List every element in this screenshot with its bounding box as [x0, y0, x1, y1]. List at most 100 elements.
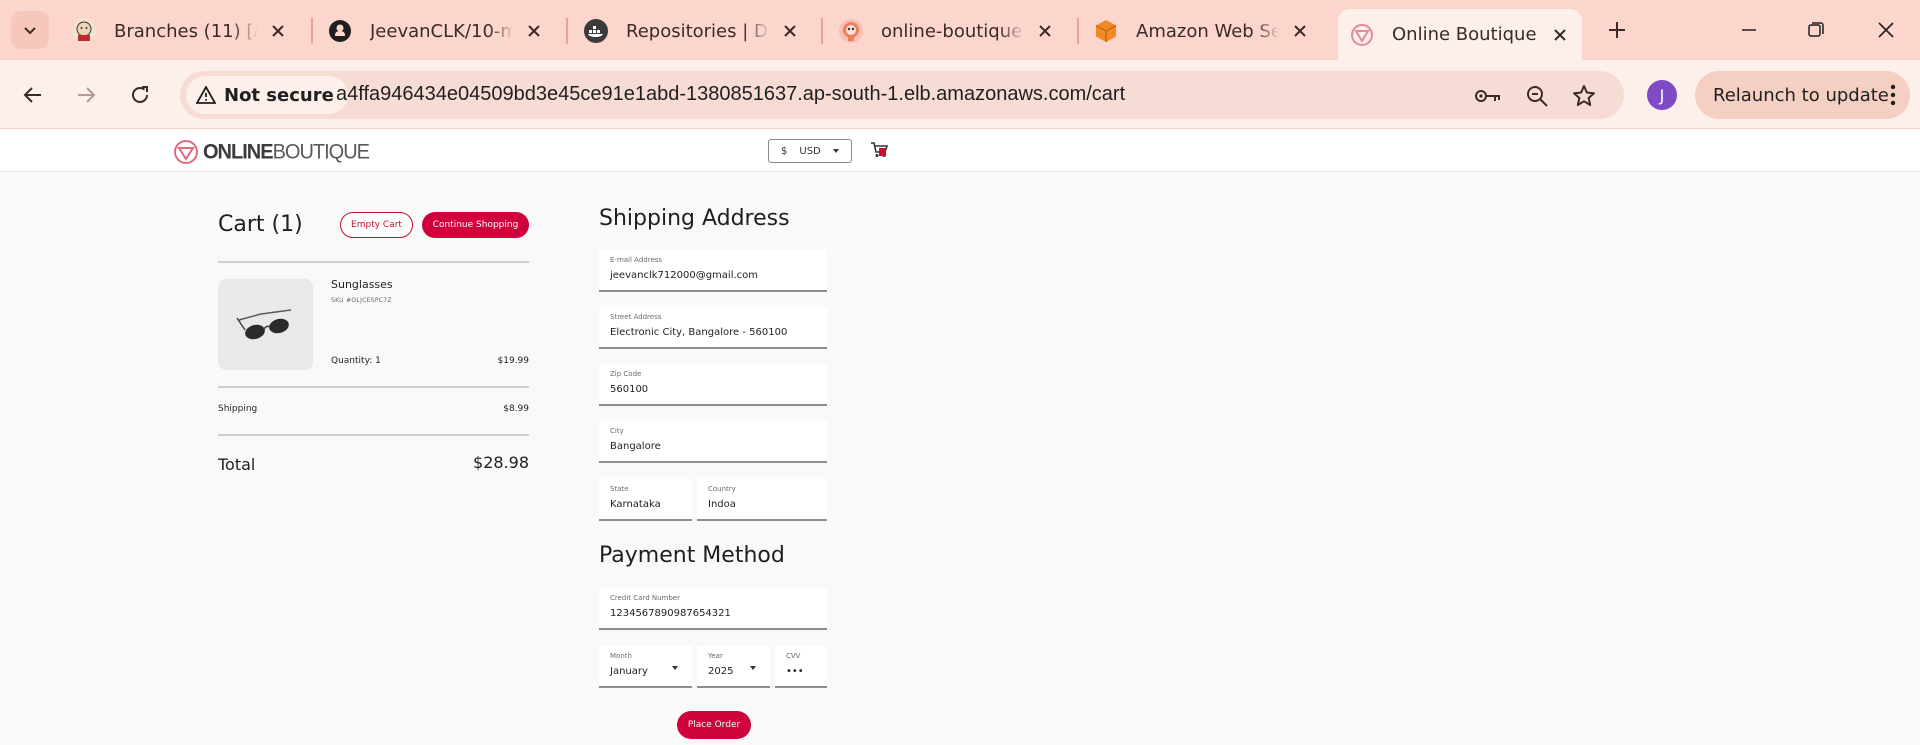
- year-label: Year: [708, 652, 723, 660]
- email-field[interactable]: E-mail Address jeevanclk712000@gmail.com: [599, 250, 827, 292]
- country-label: Country: [708, 485, 736, 493]
- tab-github[interactable]: JeevanCLK/10-micr: [316, 9, 556, 53]
- chevron-down-icon: [672, 666, 678, 670]
- close-icon[interactable]: [524, 21, 544, 41]
- cart-icon[interactable]: [870, 142, 888, 158]
- product-image-sunglasses[interactable]: [218, 279, 313, 370]
- credit-card-field[interactable]: Credit Card Number 1234567890987654321: [599, 588, 827, 630]
- year-value: 2025: [708, 666, 734, 677]
- year-select[interactable]: Year 2025: [697, 646, 770, 688]
- email-value: jeevanclk712000@gmail.com: [610, 270, 759, 281]
- city-value: Bangalore: [610, 441, 661, 452]
- back-button[interactable]: [15, 77, 51, 113]
- close-icon[interactable]: [1035, 21, 1055, 41]
- close-icon[interactable]: [268, 21, 288, 41]
- chevron-down-icon: [24, 27, 36, 35]
- empty-cart-button[interactable]: Empty Cart: [340, 212, 413, 238]
- logo-text: ONLINEBOUTIQUE: [203, 139, 370, 164]
- shipping-label: Shipping: [218, 404, 258, 414]
- email-label: E-mail Address: [610, 256, 663, 264]
- minimize-icon: [1742, 29, 1756, 31]
- relaunch-button[interactable]: Relaunch to update: [1695, 71, 1910, 119]
- docker-icon: [584, 19, 608, 43]
- star-icon[interactable]: [1571, 83, 1597, 109]
- cvv-field[interactable]: CVV •••: [775, 646, 827, 688]
- tab-title: Online Boutique: [1392, 24, 1537, 45]
- tab-title: Repositories | Dock: [626, 20, 770, 42]
- window-close-button[interactable]: [1866, 10, 1906, 50]
- close-icon[interactable]: [780, 21, 800, 41]
- restore-icon: [1808, 22, 1824, 37]
- new-tab-button[interactable]: [1599, 12, 1635, 48]
- month-select[interactable]: Month January: [599, 646, 692, 688]
- close-icon[interactable]: [1550, 25, 1570, 45]
- tab-aws[interactable]: Amazon Web Servi: [1082, 9, 1322, 53]
- city-label: City: [610, 427, 624, 435]
- online-boutique-logo-icon: [174, 140, 198, 164]
- tab-separator: [311, 18, 313, 44]
- tab-docker[interactable]: Repositories | Dock: [572, 9, 812, 53]
- currency-select[interactable]: $ USD: [768, 139, 852, 163]
- zoom-out-icon[interactable]: [1524, 83, 1550, 109]
- country-field[interactable]: Country Indoa: [697, 479, 827, 521]
- chevron-down-icon: [750, 666, 756, 670]
- online-boutique-icon: [1350, 23, 1374, 47]
- arrow-right-icon: [78, 87, 96, 103]
- reload-icon: [132, 86, 148, 103]
- close-icon[interactable]: [1290, 21, 1310, 41]
- restore-button[interactable]: [1796, 10, 1836, 50]
- shipping-address-title: Shipping Address: [599, 206, 790, 231]
- more-vertical-icon[interactable]: [1890, 84, 1896, 106]
- relaunch-label: Relaunch to update: [1713, 84, 1889, 106]
- cart-title: Cart (1): [218, 212, 303, 237]
- card-label: Credit Card Number: [610, 594, 680, 602]
- tab-title: Amazon Web Servi: [1136, 20, 1280, 42]
- site-logo[interactable]: ONLINEBOUTIQUE: [173, 139, 370, 165]
- product-price: $19.99: [497, 356, 530, 366]
- place-order-button[interactable]: Place Order: [677, 711, 751, 739]
- logo-text-bold: ONLINE: [203, 139, 274, 164]
- tab-search-button[interactable]: [11, 11, 49, 49]
- reload-button[interactable]: [122, 77, 158, 113]
- key-icon[interactable]: [1475, 83, 1501, 109]
- divider: [218, 261, 529, 263]
- state-label: State: [610, 485, 629, 493]
- payment-method-title: Payment Method: [599, 543, 785, 568]
- jenkins-icon: [72, 19, 96, 43]
- cvv-value: •••: [786, 666, 804, 677]
- argocd-icon: [839, 19, 863, 43]
- site-info-chip[interactable]: Not secure: [186, 76, 348, 114]
- tab-online-boutique[interactable]: Online Boutique: [1338, 9, 1582, 60]
- forward-button[interactable]: [68, 77, 104, 113]
- product-name[interactable]: Sunglasses: [331, 278, 393, 291]
- browser-toolbar: Not secure a4ffa946434e04509bd3e45ce91e1…: [0, 60, 1920, 129]
- total-label: Total: [218, 455, 256, 474]
- tab-title: online-boutique - A: [881, 20, 1025, 42]
- chevron-down-icon: [833, 149, 839, 153]
- state-value: Karnataka: [610, 499, 661, 510]
- currency-code: USD: [799, 145, 821, 157]
- address-bar[interactable]: Not secure a4ffa946434e04509bd3e45ce91e1…: [180, 71, 1624, 119]
- plus-icon: [1609, 22, 1625, 38]
- security-label: Not secure: [224, 84, 334, 106]
- tab-branches[interactable]: Branches (11) [An U: [60, 9, 300, 53]
- city-field[interactable]: City Bangalore: [599, 421, 827, 463]
- tab-separator: [566, 18, 568, 44]
- zip-label: Zip Code: [610, 370, 642, 378]
- street-address-field[interactable]: Street Address Electronic City, Bangalor…: [599, 307, 827, 349]
- profile-avatar[interactable]: J: [1647, 80, 1677, 110]
- aws-icon: [1094, 19, 1118, 43]
- product-quantity: Quantity: 1: [331, 356, 381, 366]
- minimize-button[interactable]: [1729, 10, 1769, 50]
- zip-code-field[interactable]: Zip Code 560100: [599, 364, 827, 406]
- zip-value: 560100: [610, 384, 649, 395]
- tab-argocd[interactable]: online-boutique - A: [827, 9, 1067, 53]
- street-label: Street Address: [610, 313, 662, 321]
- state-field[interactable]: State Karnataka: [599, 479, 692, 521]
- tab-strip: Branches (11) [An U JeevanCLK/10-micr Re…: [0, 0, 1920, 60]
- url-text[interactable]: a4ffa946434e04509bd3e45ce91e1abd-1380851…: [336, 83, 1125, 106]
- continue-shopping-button[interactable]: Continue Shopping: [422, 212, 529, 238]
- shipping-value: $8.99: [503, 404, 529, 414]
- tab-title: Branches (11) [An U: [114, 20, 258, 42]
- product-sku: SKU #OLJCESPC7Z: [331, 297, 392, 304]
